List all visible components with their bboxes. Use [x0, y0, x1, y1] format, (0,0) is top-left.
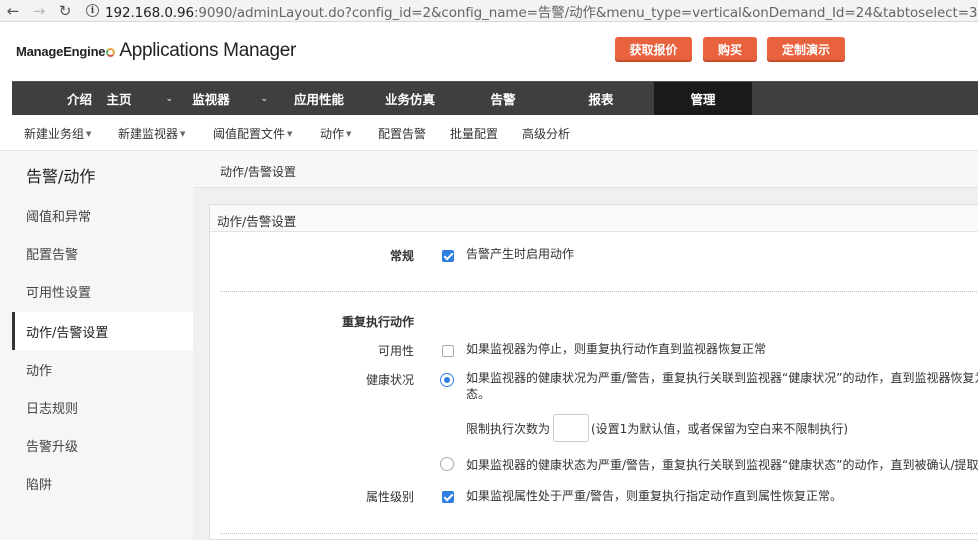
subnav-actions-label: 动作 [320, 127, 345, 141]
limit-count-input[interactable] [553, 414, 589, 442]
sidebar-item-log-rules[interactable]: 日志规则 [12, 388, 193, 426]
logo-brand: ManageEngine [16, 44, 106, 59]
nav-app-performance-label: 应用性能 [293, 92, 344, 107]
forward-arrow-icon[interactable]: → [26, 2, 52, 20]
sidebar-title: 告警/动作 [26, 167, 96, 186]
url-path: :9090/adminLayout.do?config_id=2&config_… [193, 4, 978, 21]
settings-panel: 动作/告警设置 常规 告警产生时启用动作 重复执行动作 可用性 如果监视器为停止… [209, 204, 978, 540]
breadcrumb-current: 动作/告警设置 [220, 165, 297, 179]
health-label: 健康状况 [365, 373, 414, 387]
sidebar-item-action-alarm-settings[interactable]: 动作/告警设置 [12, 312, 193, 350]
subnav-bulk-config[interactable]: 批量配置 [450, 125, 498, 142]
subnav-actions[interactable]: 动作 ▼ [320, 125, 351, 142]
sidebar-item-availability-settings[interactable]: 可用性设置 [12, 272, 193, 310]
logo-arc-icon [106, 48, 116, 57]
nav-alarms-label: 告警 [490, 92, 516, 107]
nav-app-performance[interactable]: 应用性能 [276, 82, 362, 115]
back-arrow-icon[interactable]: ← [0, 2, 26, 20]
sidebar-item-label: 阈值和异常 [26, 209, 92, 225]
nav-reports-label: 报表 [588, 92, 614, 107]
subnav-new-business-group[interactable]: 新建业务组 ▼ [24, 125, 91, 142]
caret-down-icon: ▼ [346, 130, 352, 138]
health-state-repeat-text: 如果监视器的健康状态为严重/警告，重复执行关联到监视器“健康状态”的动作，直到被… [466, 458, 978, 472]
nav-home-label: 主页 [106, 92, 132, 107]
custom-demo-button[interactable]: 定制演示 [767, 37, 845, 62]
health-repeat-text-line1: 如果监视器的健康状况为严重/警告，重复执行关联到监视器“健康状况”的动作，直到监… [466, 371, 978, 385]
nav-business-simulation-label: 业务仿真 [384, 92, 435, 107]
divider [220, 533, 978, 534]
sidebar-item-alarm-escalation[interactable]: 告警升级 [12, 426, 193, 464]
logo-product: Applications Manager [119, 40, 297, 61]
enable-actions-text: 告警产生时启用动作 [466, 247, 575, 261]
sidebar-item-label: 日志规则 [26, 401, 79, 417]
repeat-heading: 重复执行动作 [341, 315, 414, 329]
subnav-bulk-config-label: 批量配置 [450, 127, 499, 141]
sidebar-item-thresholds[interactable]: 阈值和异常 [12, 196, 193, 234]
buy-button[interactable]: 购买 [703, 37, 757, 62]
sidebar-item-label: 配置告警 [26, 247, 79, 263]
address-bar[interactable]: 192.168.0.96:9090/adminLayout.do?config_… [105, 1, 977, 21]
get-quote-button[interactable]: 获取报价 [615, 37, 692, 62]
nav-monitors-dropdown[interactable]: ⌄ [238, 82, 270, 115]
url-host: 192.168.0.96 [105, 4, 194, 21]
chevron-down-icon: ⌄ [165, 93, 173, 104]
attribute-repeat-text: 如果监视属性处于严重/警告，则重复执行指定动作直到属性恢复正常。 [466, 489, 843, 503]
nav-admin-label: 管理 [690, 92, 716, 107]
divider [220, 291, 978, 292]
subnav-threshold-profile-label: 阈值配置文件 [213, 127, 286, 141]
nav-business-simulation[interactable]: 业务仿真 [362, 82, 458, 115]
chevron-down-icon: ⌄ [260, 93, 268, 104]
subnav-advanced-analytics-label: 高级分析 [522, 127, 571, 141]
subnav-new-business-group-label: 新建业务组 [24, 127, 85, 141]
limit-label: 限制执行次数为 [466, 422, 551, 436]
general-label: 常规 [389, 249, 414, 263]
sidebar-item-label: 动作/告警设置 [26, 325, 109, 341]
nav-monitors[interactable]: 监视器 [184, 82, 238, 115]
app-header: ManageEngine Applications Manager 获取报价 购… [0, 22, 978, 81]
nav-alarms[interactable]: 告警 [458, 82, 548, 115]
main-content: 动作/告警设置 动作/告警设置 常规 告警产生时启用动作 重复执行动作 可用性 … [193, 151, 978, 540]
info-icon[interactable]: i [86, 4, 99, 17]
caret-down-icon: ▼ [86, 130, 92, 138]
sidebar: 告警/动作 阈值和异常 配置告警 可用性设置 动作/告警设置 动作 日志规则 告… [0, 151, 193, 540]
sub-nav: 新建业务组 ▼ 新建监视器 ▼ 阈值配置文件 ▼ 动作 ▼ 配置告警 批量配置 高级分析 [0, 115, 978, 151]
health-state-repeat-radio[interactable] [440, 457, 454, 471]
subnav-threshold-profile[interactable]: 阈值配置文件 ▼ [213, 125, 292, 142]
subnav-new-monitor[interactable]: 新建监视器 ▼ [118, 125, 185, 142]
caret-down-icon: ▼ [180, 130, 186, 138]
attribute-label: 属性级别 [365, 490, 414, 504]
sidebar-item-actions[interactable]: 动作 [12, 350, 193, 388]
subnav-configure-alarms-label: 配置告警 [378, 127, 427, 141]
nav-admin[interactable]: 管理 [654, 82, 752, 115]
sidebar-item-configure-alarms[interactable]: 配置告警 [12, 234, 193, 272]
sidebar-item-label: 告警升级 [26, 439, 79, 455]
main-nav: 介绍 主页 ⌄ 监视器 ⌄ 应用性能 业务仿真 告警 报表 管理 [12, 81, 978, 115]
health-repeat-text-line2: 态。 [466, 387, 491, 401]
availability-label: 可用性 [377, 344, 414, 358]
enable-actions-checkbox[interactable] [442, 250, 454, 262]
nav-home-dropdown[interactable]: ⌄ [149, 82, 175, 115]
breadcrumb: 动作/告警设置 [193, 151, 978, 188]
nav-monitors-label: 监视器 [192, 92, 230, 107]
caret-down-icon: ▼ [287, 130, 293, 138]
panel-header [210, 205, 978, 232]
sidebar-item-label: 动作 [26, 363, 53, 379]
sidebar-item-traps[interactable]: 陷阱 [12, 464, 193, 502]
logo[interactable]: ManageEngine Applications Manager [16, 40, 296, 62]
limit-hint: (设置1为默认值，或者保留为空白来不限制执行) [591, 422, 848, 436]
availability-repeat-checkbox[interactable] [442, 345, 454, 357]
browser-toolbar: ← → ↻ i 192.168.0.96:9090/adminLayout.do… [0, 0, 978, 22]
sidebar-item-label: 可用性设置 [26, 285, 92, 301]
sidebar-item-label: 陷阱 [26, 477, 53, 493]
nav-home[interactable]: 主页 [89, 82, 149, 115]
subnav-advanced-analytics[interactable]: 高级分析 [522, 125, 570, 142]
subnav-configure-alarms[interactable]: 配置告警 [378, 125, 426, 142]
panel-title: 动作/告警设置 [217, 214, 297, 229]
subnav-new-monitor-label: 新建监视器 [118, 127, 179, 141]
reload-icon[interactable]: ↻ [52, 2, 78, 20]
availability-repeat-text: 如果监视器为停止，则重复执行动作直到监视器恢复正常 [466, 342, 767, 356]
health-repeat-radio[interactable] [440, 373, 454, 387]
nav-reports[interactable]: 报表 [548, 82, 654, 115]
attribute-repeat-checkbox[interactable] [442, 491, 454, 503]
